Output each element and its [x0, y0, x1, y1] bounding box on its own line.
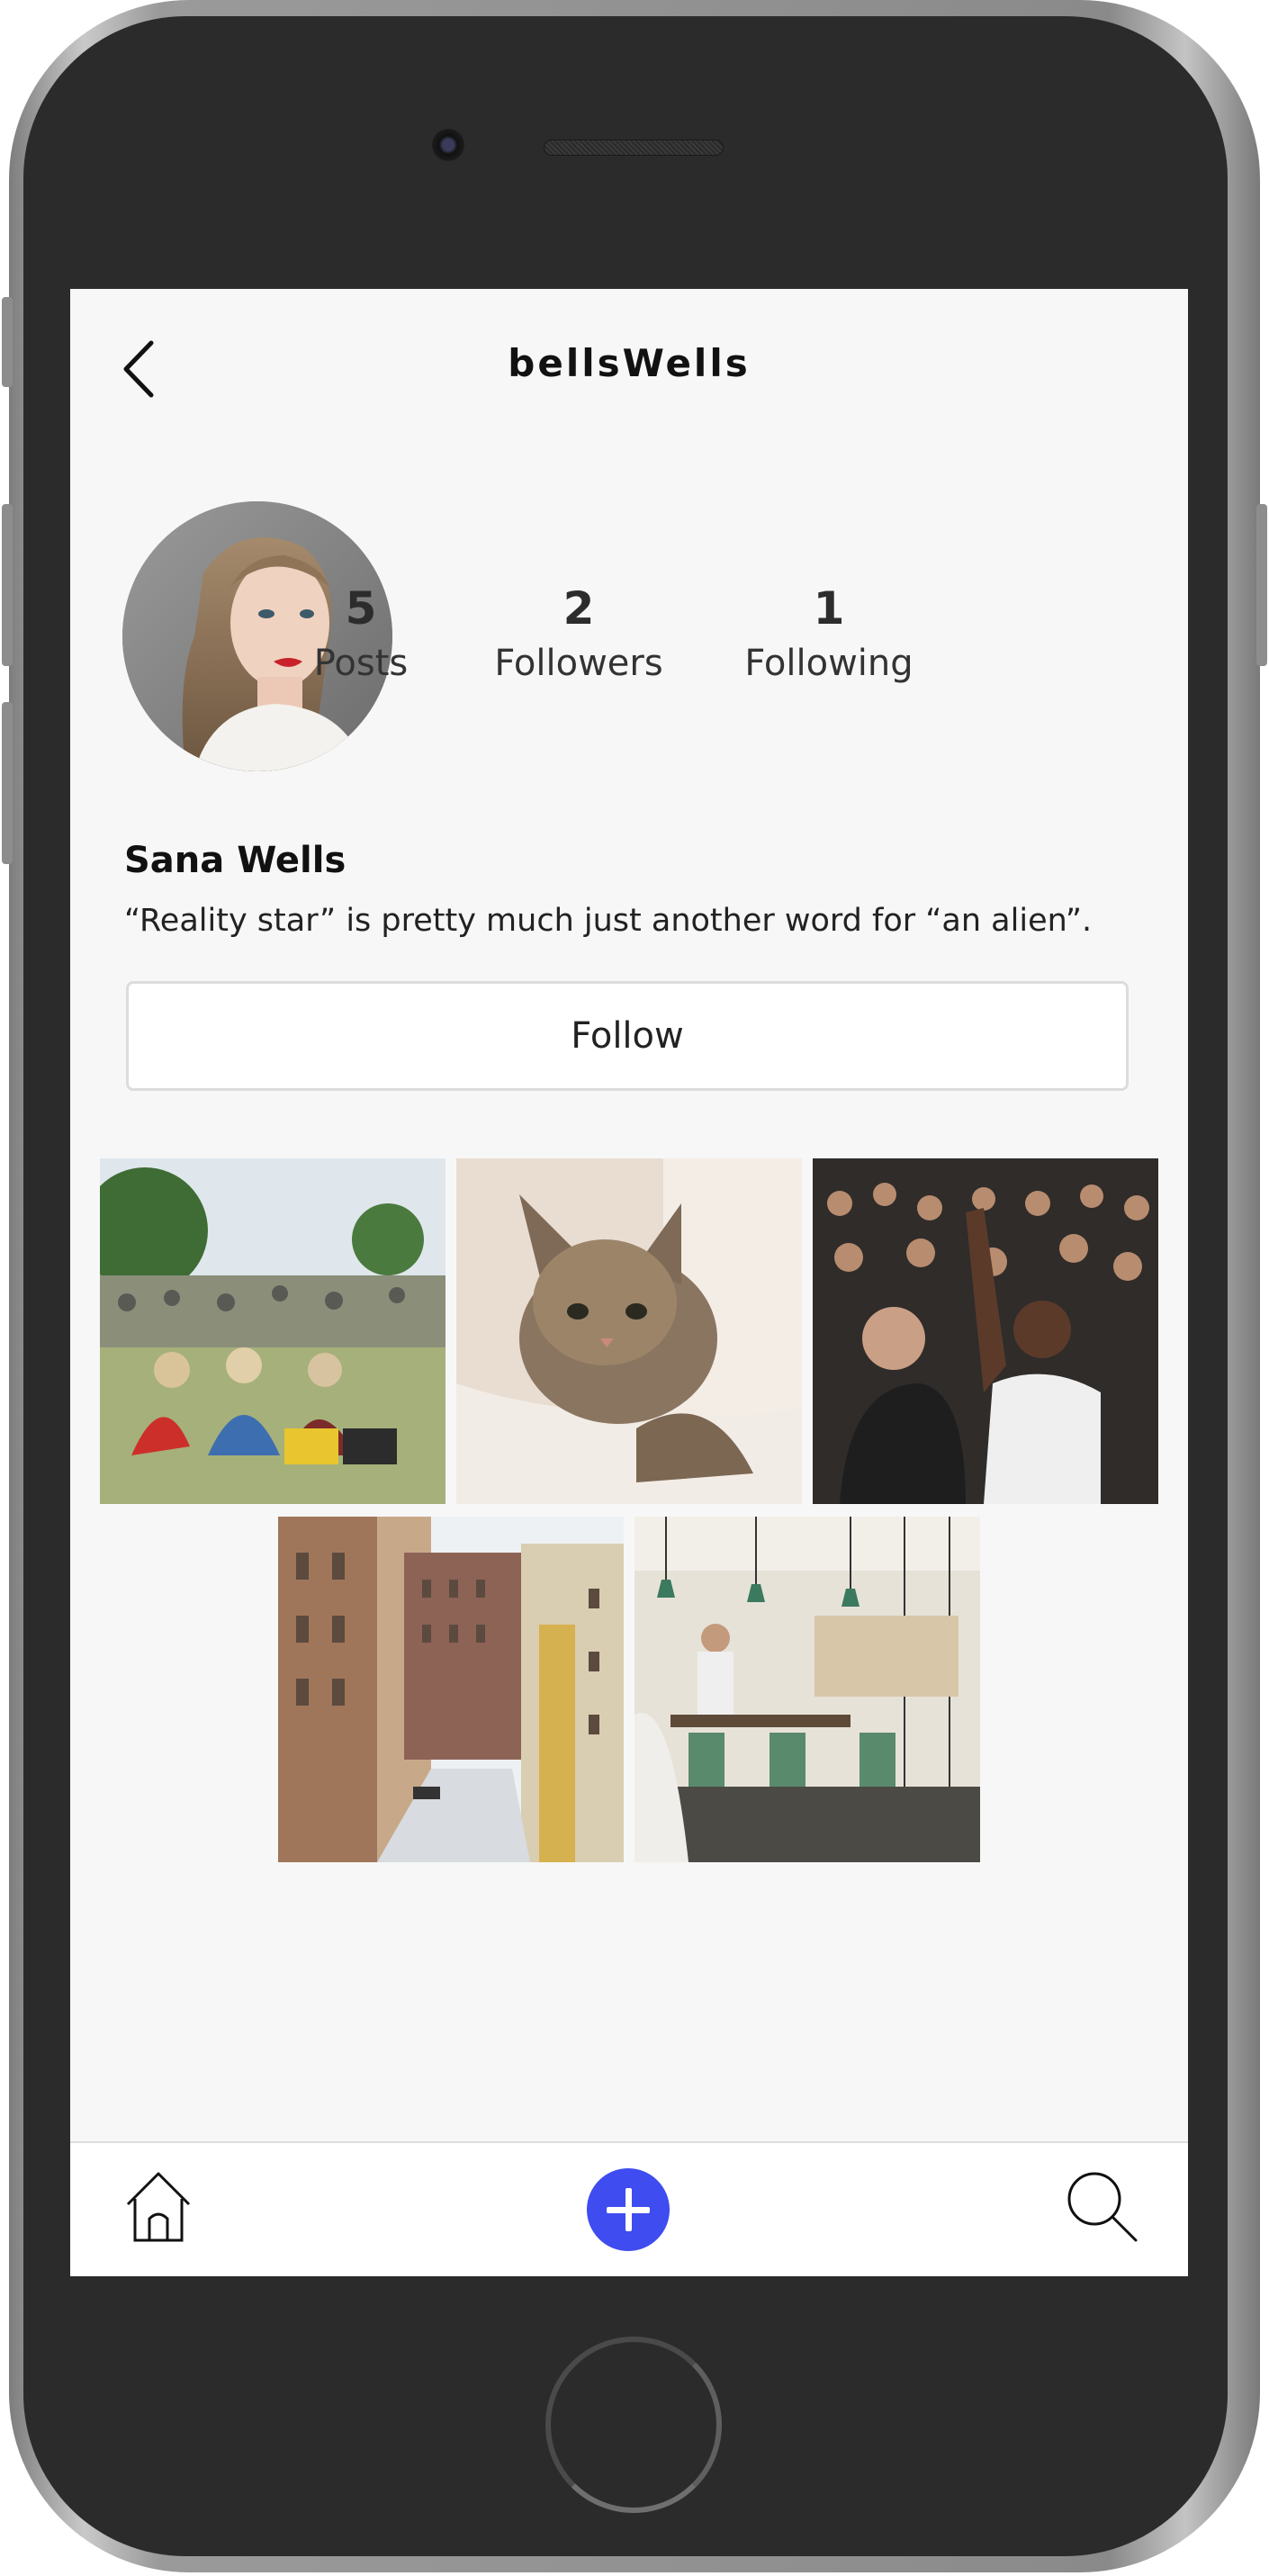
home-icon[interactable]: [122, 2168, 194, 2244]
concert-crowd-photo: [813, 1158, 1158, 1504]
follow-button[interactable]: Follow: [126, 981, 1129, 1091]
profile-username: bellsWells: [508, 341, 751, 385]
posts-stat[interactable]: 5 Posts: [248, 579, 473, 689]
volume-up-button: [2, 504, 13, 666]
post-thumbnail-kitten[interactable]: [456, 1158, 802, 1504]
following-label: Following: [744, 643, 914, 684]
front-camera: [432, 129, 464, 161]
following-stat[interactable]: 1 Following: [716, 579, 941, 689]
following-count: 1: [813, 582, 845, 635]
app-screen: bellsWells 5 Posts 2 Followers 1 Followi…: [70, 289, 1188, 2276]
post-thumbnail-festival[interactable]: [100, 1158, 446, 1504]
volume-down-button: [2, 702, 13, 864]
festival-crowd-photo: [100, 1158, 446, 1504]
power-button: [1256, 504, 1267, 666]
earpiece-speaker: [544, 140, 724, 156]
posts-label: Posts: [313, 643, 409, 684]
kitten-photo: [456, 1158, 802, 1504]
profile-bio: “Reality star” is pretty much just anoth…: [124, 903, 1093, 939]
followers-count: 2: [562, 582, 595, 635]
post-thumbnail-cafe[interactable]: [634, 1517, 980, 1862]
profile-name: Sana Wells: [124, 840, 346, 881]
home-button[interactable]: [545, 2337, 722, 2513]
posts-count: 5: [345, 582, 377, 635]
followers-stat[interactable]: 2 Followers: [466, 579, 691, 689]
mute-switch: [2, 297, 13, 387]
followers-label: Followers: [494, 643, 663, 684]
search-icon[interactable]: [1064, 2168, 1139, 2244]
cafe-interior-photo: [634, 1517, 980, 1862]
top-bar: bellsWells: [70, 289, 1188, 451]
city-street-photo: [278, 1517, 624, 1862]
post-thumbnail-city[interactable]: [278, 1517, 624, 1862]
bottom-nav: [70, 2141, 1188, 2276]
add-post-icon[interactable]: [587, 2168, 670, 2251]
post-thumbnail-concert[interactable]: [813, 1158, 1158, 1504]
